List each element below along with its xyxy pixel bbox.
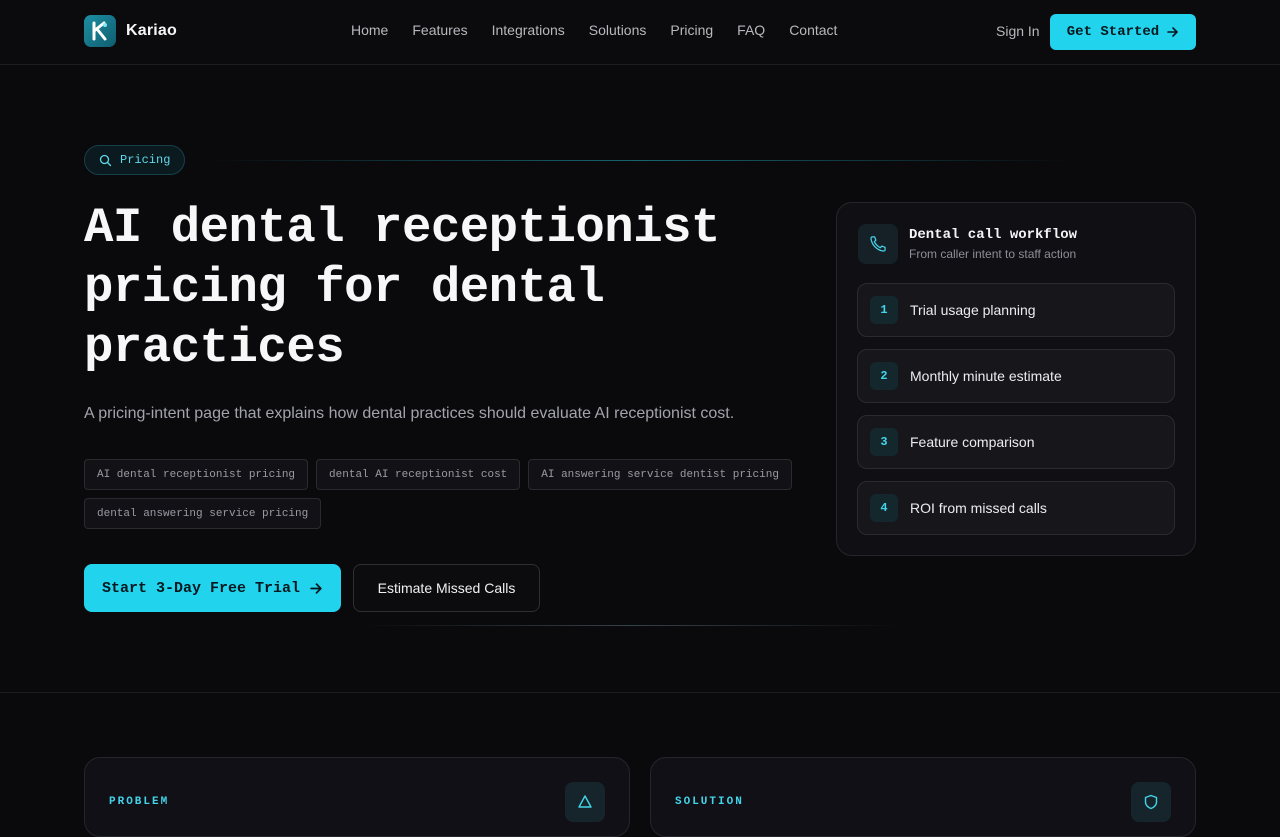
- step-label: Monthly minute estimate: [910, 368, 1062, 384]
- estimate-missed-calls-button[interactable]: Estimate Missed Calls: [353, 564, 540, 612]
- step-label: Trial usage planning: [910, 302, 1036, 318]
- solution-label: SOLUTION: [675, 796, 744, 808]
- workflow-step: 4 ROI from missed calls: [857, 481, 1175, 535]
- step-label: Feature comparison: [910, 434, 1035, 450]
- page-title: AI dental receptionist pricing for denta…: [84, 200, 720, 376]
- decorative-line: [210, 160, 1070, 161]
- pricing-pill: Pricing: [84, 145, 186, 175]
- shield-icon: [1131, 782, 1171, 822]
- nav-link-contact[interactable]: Contact: [789, 22, 837, 38]
- keyword-tags: AI dental receptionist pricing dental AI…: [84, 459, 804, 529]
- workflow-step: 2 Monthly minute estimate: [857, 349, 1175, 403]
- solution-card: SOLUTION: [650, 757, 1196, 837]
- nav-link-solutions[interactable]: Solutions: [589, 22, 647, 38]
- start-trial-label: Start 3-Day Free Trial: [101, 579, 301, 597]
- section-divider: [0, 692, 1280, 693]
- arrow-right-icon: [1167, 27, 1179, 37]
- decorative-line: [360, 625, 900, 626]
- step-number: 3: [870, 428, 898, 456]
- workflow-subtitle: From caller intent to staff action: [909, 247, 1077, 261]
- search-icon: [99, 154, 112, 166]
- get-started-button[interactable]: Get Started: [1050, 14, 1196, 50]
- pill-label: Pricing: [120, 153, 171, 167]
- get-started-label: Get Started: [1066, 24, 1160, 40]
- brand-logo-icon: [84, 15, 116, 47]
- nav-link-features[interactable]: Features: [412, 22, 467, 38]
- nav-link-home[interactable]: Home: [351, 22, 388, 38]
- workflow-card: Dental call workflow From caller intent …: [836, 202, 1196, 556]
- keyword-tag: AI answering service dentist pricing: [528, 459, 792, 490]
- keyword-tag: dental AI receptionist cost: [316, 459, 521, 490]
- brand[interactable]: Kariao: [84, 15, 177, 47]
- keyword-tag: dental answering service pricing: [84, 498, 322, 529]
- problem-label: PROBLEM: [109, 796, 170, 808]
- workflow-step: 3 Feature comparison: [857, 415, 1175, 469]
- step-number: 4: [870, 494, 898, 522]
- workflow-step: 1 Trial usage planning: [857, 283, 1175, 337]
- phone-icon: [858, 224, 898, 264]
- arrow-right-icon: [310, 582, 322, 594]
- step-label: ROI from missed calls: [910, 500, 1047, 516]
- top-nav: Kariao Home Features Integrations Soluti…: [0, 0, 1280, 65]
- nav-link-integrations[interactable]: Integrations: [492, 22, 565, 38]
- step-number: 2: [870, 362, 898, 390]
- workflow-steps: 1 Trial usage planning 2 Monthly minute …: [857, 283, 1175, 535]
- workflow-title: Dental call workflow: [909, 227, 1078, 243]
- nav-link-pricing[interactable]: Pricing: [670, 22, 713, 38]
- page-subtitle: A pricing-intent page that explains how …: [84, 405, 735, 422]
- alert-icon: [565, 782, 605, 822]
- step-number: 1: [870, 296, 898, 324]
- sign-in-link[interactable]: Sign In: [996, 23, 1040, 39]
- nav-links: Home Features Integrations Solutions Pri…: [351, 22, 837, 38]
- nav-link-faq[interactable]: FAQ: [737, 22, 765, 38]
- brand-name: Kariao: [126, 22, 177, 39]
- problem-card: PROBLEM: [84, 757, 630, 837]
- keyword-tag: AI dental receptionist pricing: [84, 459, 309, 490]
- start-trial-button[interactable]: Start 3-Day Free Trial: [84, 564, 341, 612]
